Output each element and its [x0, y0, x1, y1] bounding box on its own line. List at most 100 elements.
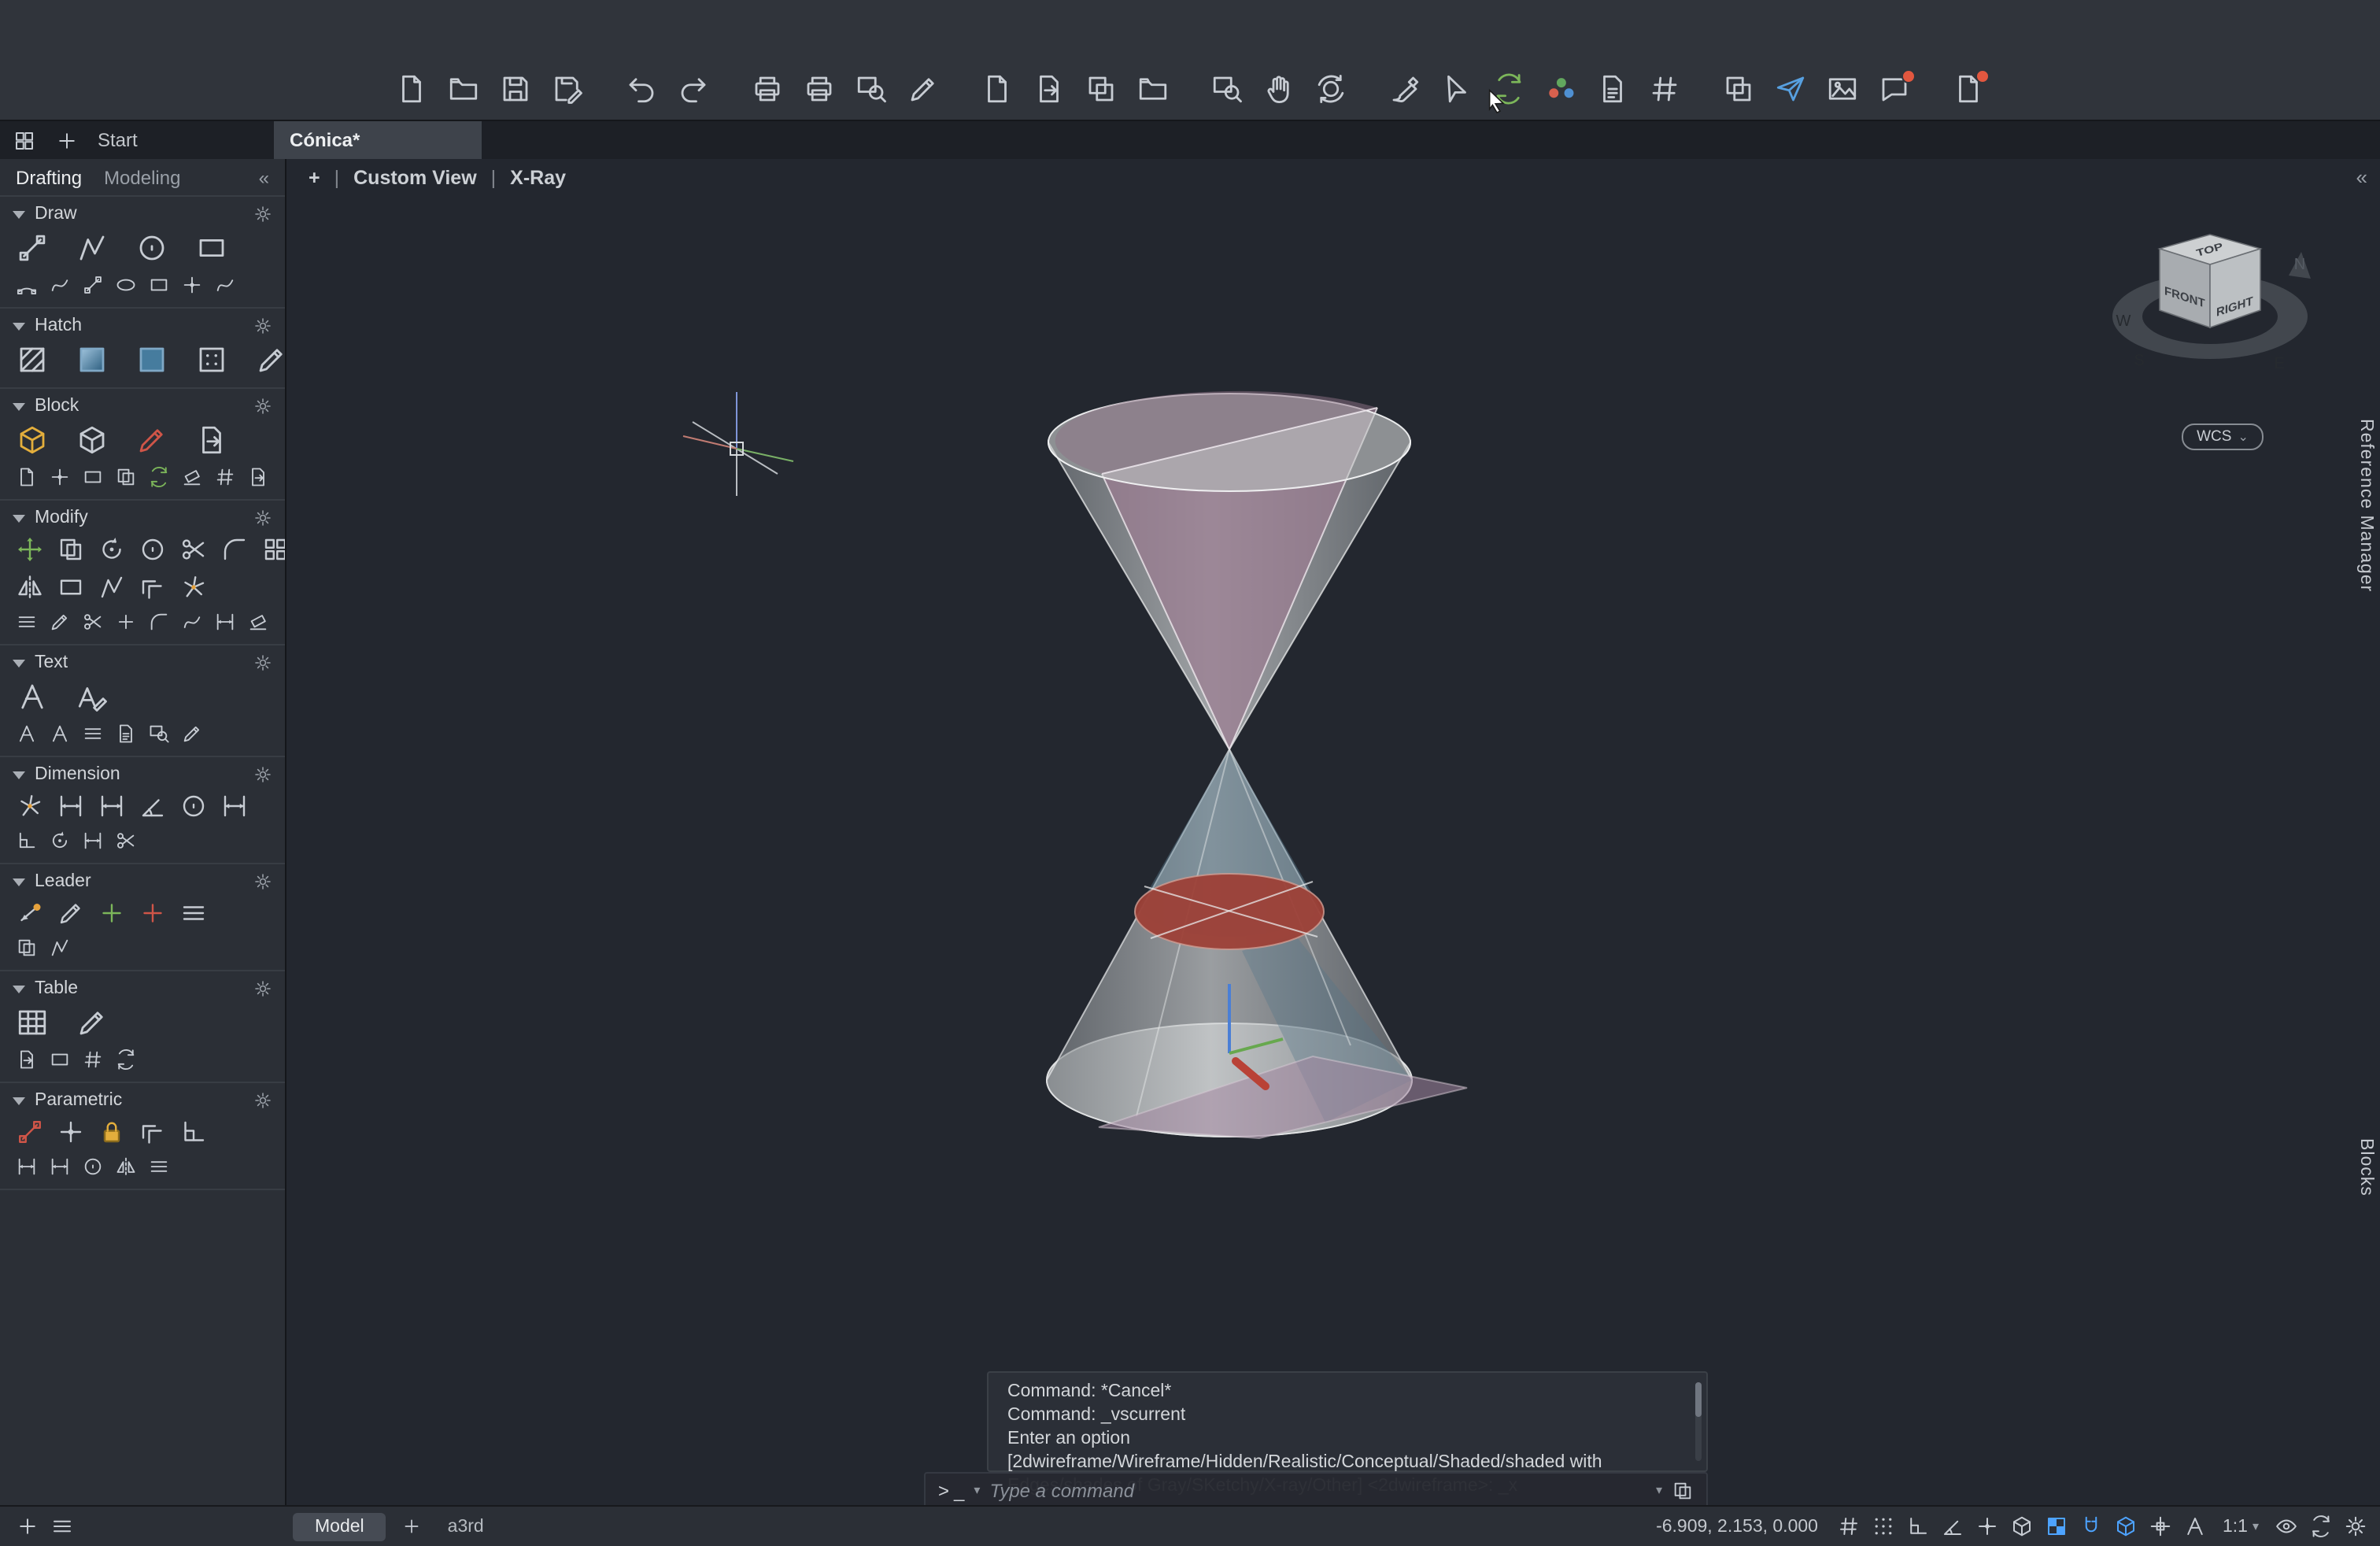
overkill-icon[interactable] [247, 611, 269, 633]
aligned-dimension-icon[interactable] [98, 792, 126, 820]
properties-icon[interactable] [16, 611, 38, 633]
export-drawing-icon[interactable] [1033, 72, 1066, 105]
render-gallery-icon[interactable] [1826, 72, 1859, 105]
section-header-leader[interactable]: Leader [0, 864, 285, 894]
hatch-icon[interactable] [16, 343, 49, 376]
ucs-selector[interactable]: WCS ⌄ [2182, 423, 2264, 450]
pan-icon[interactable] [1262, 72, 1295, 105]
quick-select-icon[interactable] [1440, 72, 1473, 105]
join-icon[interactable] [115, 611, 137, 633]
tool-sets-icon[interactable] [1388, 72, 1421, 105]
block-editor-icon[interactable] [82, 466, 104, 488]
chamfer-icon[interactable] [148, 611, 170, 633]
coincident-icon[interactable] [57, 1118, 85, 1146]
move-icon[interactable] [16, 535, 44, 564]
array-icon[interactable] [261, 535, 286, 564]
text-style-icon[interactable] [181, 723, 203, 745]
messages-icon[interactable] [1878, 72, 1911, 105]
boundary-icon[interactable] [195, 343, 228, 376]
section-gear-icon[interactable] [253, 653, 272, 672]
section-gear-icon[interactable] [253, 1091, 272, 1110]
stretch-icon[interactable] [98, 573, 126, 601]
mirror-icon[interactable] [16, 573, 44, 601]
section-gear-icon[interactable] [253, 509, 272, 527]
set-base-point-icon[interactable] [49, 466, 71, 488]
table-formula-icon[interactable] [82, 1049, 104, 1071]
multiline-text-icon[interactable] [16, 680, 49, 713]
section-header-modify[interactable]: Modify [0, 501, 285, 531]
vertical-icon[interactable] [49, 1156, 71, 1178]
circle-icon[interactable] [135, 231, 168, 264]
layout-tab-a3rd[interactable]: a3rd [438, 1512, 493, 1540]
solid-hatch-icon[interactable] [135, 343, 168, 376]
attach-reference-icon[interactable] [1085, 72, 1118, 105]
insert-block-icon[interactable] [16, 423, 49, 457]
gradient-hatch-icon[interactable] [76, 343, 109, 376]
reference-manager-tab[interactable]: Reference Manager [2356, 419, 2375, 592]
command-input-placeholder[interactable]: Type a command [989, 1479, 1646, 1501]
export-block-icon[interactable] [247, 466, 269, 488]
section-header-hatch[interactable]: Hatch [0, 309, 285, 338]
construction-line-icon[interactable] [82, 274, 104, 296]
create-block-icon[interactable] [76, 423, 109, 457]
count-blocks-icon[interactable] [214, 466, 236, 488]
table-cell-style-icon[interactable] [49, 1049, 71, 1071]
page-setup-icon[interactable] [907, 72, 940, 105]
object-snap-icon[interactable] [2079, 1515, 2103, 1538]
command-options-caret-icon[interactable]: ▾ [1656, 1483, 1662, 1497]
perpendicular-icon[interactable] [179, 1118, 208, 1146]
visual-style-button[interactable]: X-Ray [510, 167, 566, 189]
multileader-style-icon[interactable] [49, 937, 71, 959]
baseline-dimension-icon[interactable] [220, 792, 249, 820]
insert-content-icon[interactable] [981, 72, 1014, 105]
arc-icon[interactable] [16, 274, 38, 296]
annotation-monitor-icon[interactable] [2183, 1515, 2207, 1538]
data-link-icon[interactable] [115, 1049, 137, 1071]
palette-tab-drafting[interactable]: Drafting [16, 167, 82, 189]
revision-cloud-icon[interactable] [214, 274, 236, 296]
spell-check-icon[interactable] [49, 723, 71, 745]
diameter-dimension-icon[interactable] [179, 792, 208, 820]
add-layout-tab-icon[interactable] [402, 1516, 423, 1537]
purge-icon[interactable] [181, 466, 203, 488]
match-properties-icon[interactable] [49, 611, 71, 633]
edit-table-icon[interactable] [76, 1006, 109, 1039]
tab-start[interactable]: Start [98, 129, 138, 151]
multileader-icon[interactable] [16, 899, 44, 927]
erase-icon[interactable] [139, 535, 167, 564]
new-drawing-tab-icon[interactable] [55, 128, 79, 152]
edit-block-icon[interactable] [135, 423, 168, 457]
find-text-icon[interactable] [148, 723, 170, 745]
text-align-icon[interactable] [82, 723, 104, 745]
transparency-icon[interactable] [2045, 1515, 2068, 1538]
command-scrollbar[interactable] [1695, 1382, 1702, 1461]
ortho-mode-icon[interactable] [1906, 1515, 1930, 1538]
export-table-icon[interactable] [16, 1049, 38, 1071]
add-leader-icon[interactable] [98, 899, 126, 927]
polygon-icon[interactable] [148, 274, 170, 296]
point-icon[interactable] [181, 274, 203, 296]
prompt-caret-icon[interactable]: ▾ [974, 1483, 980, 1497]
section-gear-icon[interactable] [253, 979, 272, 998]
plot-icon[interactable] [803, 72, 836, 105]
plot-preview-icon[interactable] [855, 72, 888, 105]
dynamic-input-icon[interactable] [2149, 1515, 2172, 1538]
etransmit-icon[interactable] [1136, 72, 1170, 105]
table-icon[interactable] [16, 1006, 49, 1039]
section-header-text[interactable]: Text [0, 645, 285, 675]
symmetric-icon[interactable] [115, 1156, 137, 1178]
polyline-icon[interactable] [76, 231, 109, 264]
layout-menu-icon[interactable] [50, 1515, 74, 1538]
new-file-icon[interactable] [395, 72, 428, 105]
attach-icon[interactable] [16, 466, 38, 488]
remove-leader-icon[interactable] [139, 899, 167, 927]
continue-dimension-icon[interactable] [82, 830, 104, 852]
ellipse-icon[interactable] [115, 274, 137, 296]
polar-tracking-icon[interactable] [1941, 1515, 1964, 1538]
snap-mode-icon[interactable] [1872, 1515, 1895, 1538]
write-block-icon[interactable] [195, 423, 228, 457]
align-leaders-icon[interactable] [179, 899, 208, 927]
3d-object-snap-icon[interactable] [2114, 1515, 2138, 1538]
annotation-visibility-icon[interactable] [2275, 1515, 2298, 1538]
zoom-window-icon[interactable] [1210, 72, 1244, 105]
